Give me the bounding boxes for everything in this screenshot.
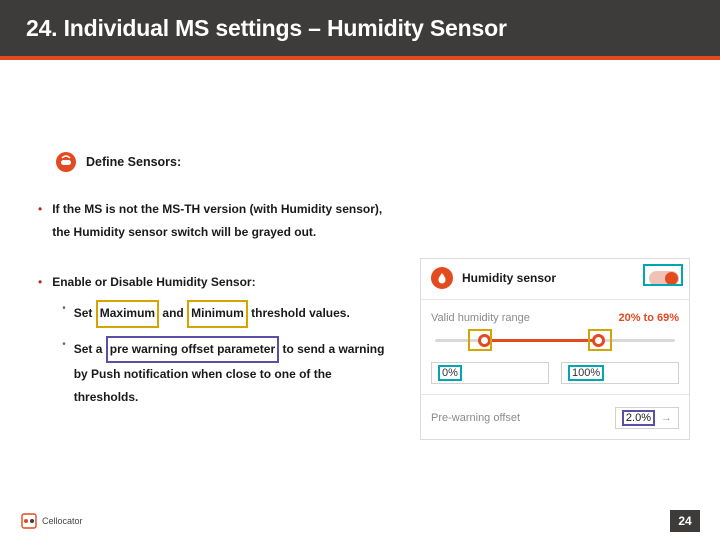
card-header: Humidity sensor [421, 259, 689, 299]
highlight-offset: pre warning offset parameter [106, 336, 279, 363]
range-fields: 0% 100% [421, 362, 689, 394]
brand-logo: Cellocator [20, 512, 83, 530]
range-slider[interactable] [431, 330, 679, 352]
page-number: 24 [670, 510, 700, 532]
knob-highlight-min [468, 329, 492, 351]
card-title: Humidity sensor [462, 271, 556, 285]
slide-title: 24. Individual MS settings – Humidity Se… [26, 15, 507, 42]
bullet-dot-icon: • [38, 273, 42, 410]
bullet-1: • If the MS is not the MS-TH version (wi… [38, 198, 393, 245]
sub-dot-icon: • [62, 339, 66, 410]
define-sensors-heading: Define Sensors: [56, 152, 694, 172]
sub-bullet-2-text: Set a pre warning offset parameter to se… [74, 336, 393, 410]
highlight-max: Maximum [96, 300, 159, 327]
sensor-badge-icon [56, 152, 76, 172]
humidity-drop-icon [431, 267, 453, 289]
bullet-1-text: If the MS is not the MS-TH version (with… [52, 198, 393, 245]
valid-range-row: Valid humidity range 20% to 69% [421, 308, 689, 328]
range-value: 20% to 69% [618, 312, 679, 324]
toggle-highlight [643, 264, 683, 286]
offset-value: 2.0% [622, 410, 655, 426]
min-value: 0% [438, 365, 462, 381]
slider-fill [486, 339, 600, 342]
divider [421, 394, 689, 395]
sub-dot-icon: • [62, 303, 66, 327]
title-band: 24. Individual MS settings – Humidity Se… [0, 0, 720, 56]
range-label: Valid humidity range [431, 312, 530, 324]
min-field[interactable]: 0% [431, 362, 549, 384]
humidity-sensor-card: Humidity sensor Valid humidity range 20%… [420, 258, 690, 440]
offset-field[interactable]: 2.0% → [615, 407, 679, 429]
sub-bullet-1-text: Set Maximum and Minimum threshold values… [74, 300, 350, 327]
knob-highlight-max [588, 329, 612, 351]
sub-bullet-2: • Set a pre warning offset parameter to … [62, 336, 393, 410]
brand-name: Cellocator [42, 516, 83, 526]
define-label: Define Sensors: [86, 155, 181, 169]
offset-label: Pre-warning offset [431, 412, 520, 424]
bullet-2-text: Enable or Disable Humidity Sensor: [52, 275, 255, 289]
bullet-list: • If the MS is not the MS-TH version (wi… [38, 198, 393, 410]
footer: Cellocator 24 [0, 502, 720, 540]
bullet-dot-icon: • [38, 200, 42, 245]
bullet-2: • Enable or Disable Humidity Sensor: • S… [38, 271, 393, 410]
sub-bullet-1: • Set Maximum and Minimum threshold valu… [62, 300, 393, 327]
offset-row: Pre-warning offset 2.0% → [421, 403, 689, 439]
max-field[interactable]: 100% [561, 362, 679, 384]
divider [421, 299, 689, 300]
sub-bullet-list: • Set Maximum and Minimum threshold valu… [62, 300, 393, 410]
max-value: 100% [568, 365, 604, 381]
highlight-min: Minimum [187, 300, 248, 327]
arrow-right-icon: → [661, 412, 672, 424]
